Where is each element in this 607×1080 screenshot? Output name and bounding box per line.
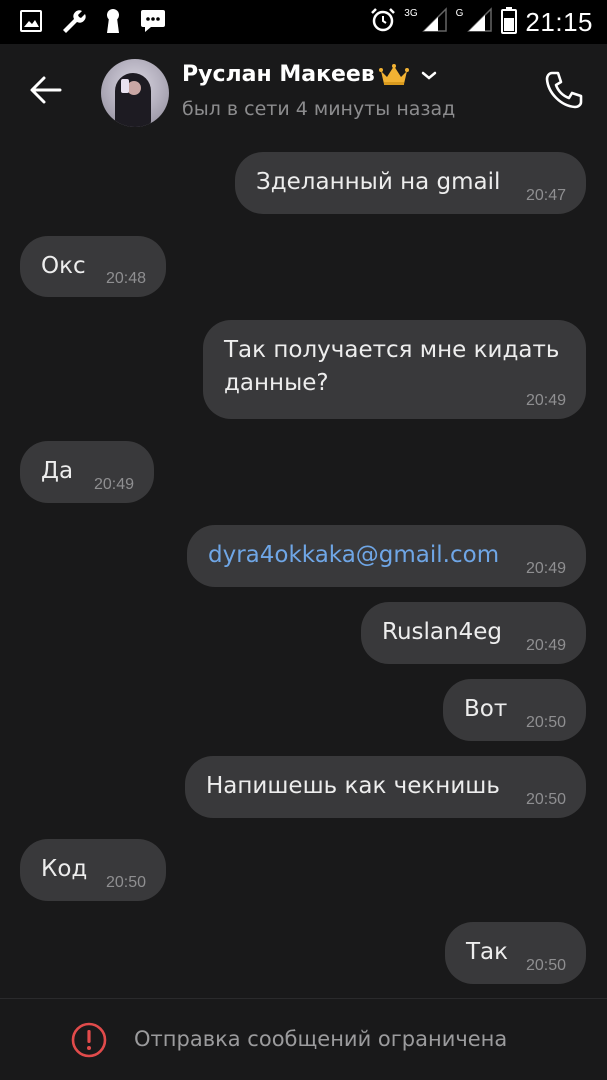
message-text: Код bbox=[41, 856, 88, 882]
message-bubble-incoming[interactable]: Код 20:50 bbox=[20, 839, 166, 901]
alarm-icon bbox=[370, 7, 396, 37]
image-icon bbox=[20, 10, 42, 36]
contact-name-row[interactable]: Руслан Макеев bbox=[182, 62, 439, 87]
message-bubble-outgoing[interactable]: Напишешь как чекнишь 20:50 bbox=[185, 756, 586, 818]
message-bubble-outgoing[interactable]: Так 20:50 bbox=[445, 922, 586, 984]
message-text: Окс bbox=[41, 253, 86, 279]
message-text: Вот bbox=[464, 696, 508, 722]
message-bubble-outgoing[interactable]: Так получается мне кидать данные? 20:49 bbox=[203, 320, 586, 419]
message-text: Да bbox=[41, 458, 74, 484]
message-time: 20:49 bbox=[93, 476, 134, 493]
message-text: Напишешь как чекнишь bbox=[206, 773, 500, 799]
crown-icon bbox=[378, 63, 409, 87]
messaging-restricted-bar: Отправка сообщений ограничена bbox=[0, 998, 607, 1080]
message-bubble-outgoing[interactable]: Зделанный на gmail 20:47 bbox=[235, 152, 586, 214]
signal-icon bbox=[467, 7, 493, 37]
wrench-icon bbox=[60, 8, 86, 38]
message-text: Так получается мне кидать данные? bbox=[224, 337, 560, 396]
message-time: 20:50 bbox=[105, 874, 146, 891]
message-time: 20:49 bbox=[525, 392, 566, 409]
message-bubble-incoming[interactable]: Окс 20:48 bbox=[20, 236, 166, 297]
restriction-notice: Отправка сообщений ограничена bbox=[134, 1027, 508, 1051]
call-button[interactable] bbox=[543, 69, 585, 111]
message-time: 20:47 bbox=[525, 187, 566, 204]
message-bubble-incoming[interactable]: Да 20:49 bbox=[20, 441, 154, 503]
message-time: 20:48 bbox=[105, 270, 146, 287]
message-time: 20:50 bbox=[525, 714, 566, 731]
network-type-label-2: G bbox=[455, 8, 464, 19]
signal-icon bbox=[421, 7, 448, 37]
message-time: 20:49 bbox=[525, 637, 566, 654]
network-type-label: 3G bbox=[404, 8, 418, 19]
contact-name: Руслан Макеев bbox=[182, 62, 375, 87]
contact-last-seen: был в сети 4 минуты назад bbox=[182, 98, 456, 120]
message-bubble-outgoing[interactable]: dyra4okkaka@gmail.com 20:49 bbox=[187, 525, 586, 587]
message-text: Ruslan4eg bbox=[382, 619, 502, 645]
clock-time: 21:15 bbox=[525, 6, 593, 37]
avatar[interactable] bbox=[101, 59, 169, 127]
message-bubble-outgoing[interactable]: Вот 20:50 bbox=[443, 679, 586, 741]
back-button[interactable] bbox=[26, 70, 66, 110]
warning-circle-icon bbox=[70, 1021, 108, 1059]
chevron-down-icon[interactable] bbox=[419, 65, 439, 85]
back-arrow-icon bbox=[30, 76, 62, 104]
phone-icon bbox=[545, 71, 583, 109]
message-time: 20:50 bbox=[525, 957, 566, 974]
chat-header: Руслан Макеев был в сети 4 минуты назад bbox=[0, 44, 607, 136]
message-text: Так bbox=[466, 939, 509, 965]
keyhole-icon bbox=[104, 8, 122, 38]
message-text: Зделанный на gmail bbox=[256, 169, 501, 195]
message-list[interactable]: Зделанный на gmail 20:47 Окс 20:48 Так п… bbox=[0, 136, 607, 998]
message-time: 20:50 bbox=[525, 791, 566, 808]
email-link[interactable]: dyra4okkaka@gmail.com bbox=[208, 539, 499, 572]
battery-icon bbox=[501, 6, 518, 38]
message-bubble-outgoing[interactable]: Ruslan4eg 20:49 bbox=[361, 602, 586, 664]
message-time: 20:49 bbox=[525, 560, 566, 577]
sms-icon bbox=[140, 9, 166, 37]
status-bar: 3G G 21:15 bbox=[0, 0, 607, 44]
